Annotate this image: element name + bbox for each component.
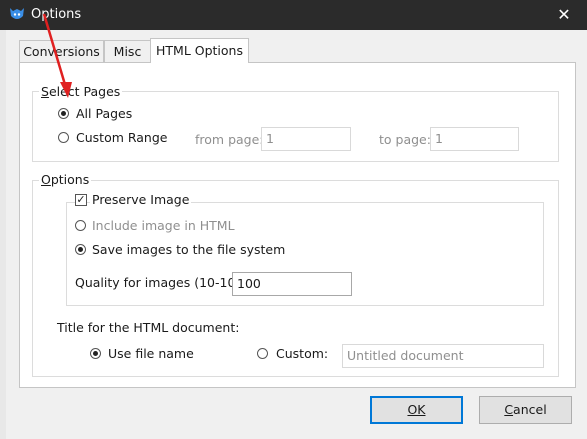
from-page-input[interactable]: 1	[261, 127, 351, 151]
ok-button[interactable]: OK	[370, 396, 463, 424]
window-title: Options	[31, 7, 82, 22]
tab-misc[interactable]: Misc	[104, 40, 151, 62]
use-file-name-label[interactable]: Use file name	[108, 346, 194, 361]
ok-label: OK	[407, 402, 426, 417]
save-images-label[interactable]: Save images to the file system	[92, 242, 285, 257]
use-file-name-radio[interactable]	[90, 348, 101, 359]
doc-title-label: Title for the HTML document:	[57, 320, 240, 335]
app-logo-icon	[10, 8, 24, 19]
custom-title-label[interactable]: Custom:	[276, 346, 328, 361]
all-pages-radio[interactable]	[58, 108, 69, 119]
custom-title-radio[interactable]	[257, 348, 268, 359]
close-button[interactable]: ✕	[541, 0, 587, 30]
tab-html-options[interactable]: HTML Options	[150, 38, 249, 63]
select-pages-title: Select Pages	[39, 84, 123, 99]
custom-title-input[interactable]: Untitled document	[342, 344, 544, 368]
cancel-button[interactable]: Cancel	[479, 396, 572, 424]
quality-input[interactable]: 100	[232, 272, 352, 296]
preserve-image-checkbox[interactable]: ✓	[75, 194, 87, 206]
tab-conversions[interactable]: Conversions	[19, 40, 104, 62]
custom-range-label[interactable]: Custom Range	[76, 130, 167, 145]
to-page-input[interactable]: 1	[430, 127, 519, 151]
custom-range-radio[interactable]	[58, 132, 69, 143]
cancel-mnemonic: C	[504, 402, 514, 417]
save-images-radio[interactable]	[75, 244, 86, 255]
window-edge	[0, 30, 6, 439]
include-image-label[interactable]: Include image in HTML	[92, 218, 235, 233]
preserve-image-label[interactable]: Preserve Image	[90, 192, 192, 207]
all-pages-label[interactable]: All Pages	[76, 106, 132, 121]
title-bar: Options ✕	[0, 0, 587, 30]
options-title: Options	[39, 172, 92, 187]
include-image-radio[interactable]	[75, 220, 86, 231]
from-page-label: from page:	[195, 132, 264, 147]
quality-label: Quality for images (10-100)	[75, 275, 249, 290]
cancel-label: ancel	[513, 402, 547, 417]
to-page-label: to page:	[379, 132, 431, 147]
